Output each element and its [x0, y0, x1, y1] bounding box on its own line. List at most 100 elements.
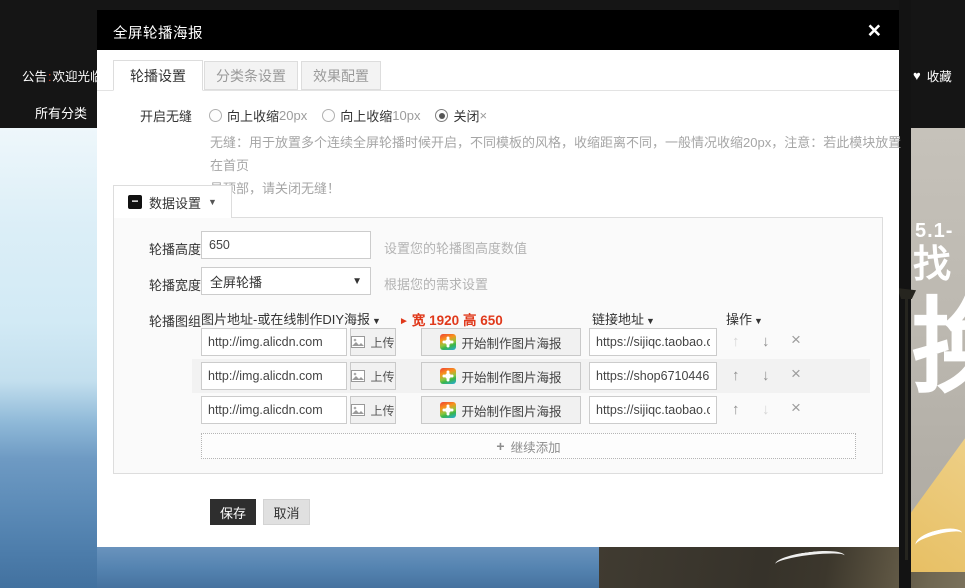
- picture-icon: [351, 370, 365, 382]
- arrow-right-icon: ►: [399, 316, 409, 327]
- move-up-button[interactable]: ↑: [732, 401, 740, 419]
- carousel-width-hint: 根据您的需求设置: [384, 274, 488, 293]
- make-poster-label: 开始制作图片海报: [461, 367, 561, 386]
- promo-headline-1: 找: [913, 246, 951, 284]
- page-root: 公告:欢迎光临 所有分类 ♥ 收藏 5.1- 找 换 全屏轮播海报 × 轮播设置…: [0, 0, 965, 588]
- data-settings-panel: 轮播高度 设置您的轮播图高度数值 轮播宽度 全屏轮播 ▼ 根据您的需求设置 轮播…: [113, 217, 883, 474]
- carousel-image-row: 上传 开始制作图片海报 ↑ ↓ ×: [114, 362, 882, 390]
- poster-maker-icon: [440, 334, 456, 350]
- image-url-input[interactable]: [201, 396, 347, 424]
- tab-effect-config[interactable]: 效果配置: [301, 61, 381, 90]
- favorite-label: 收藏: [927, 66, 952, 85]
- link-url-input[interactable]: [589, 328, 717, 356]
- radio-suffix: 10px: [392, 108, 420, 123]
- carousel-width-select[interactable]: 全屏轮播 ▼: [201, 267, 371, 295]
- radio-close-seamless[interactable]: 关闭×: [435, 106, 487, 125]
- link-url-input[interactable]: [589, 362, 717, 390]
- chevron-down-icon: ▼: [646, 316, 655, 326]
- upload-button[interactable]: 上传: [350, 328, 396, 356]
- background-promo-banner: 5.1- 找 换: [911, 128, 965, 572]
- chevron-down-icon: ▼: [208, 197, 217, 207]
- make-poster-button[interactable]: 开始制作图片海报: [421, 362, 581, 390]
- cancel-button[interactable]: 取消: [263, 499, 310, 525]
- radio-label: 向上收缩: [227, 106, 279, 125]
- column-image-url[interactable]: 图片地址-或在线制作DIY海报▼: [201, 309, 381, 328]
- all-categories-link[interactable]: 所有分类: [35, 103, 87, 122]
- carousel-image-row: 上传 开始制作图片海报 ↑ ↓ ×: [114, 396, 882, 424]
- radio-shrink-20px[interactable]: 向上收缩20px: [209, 106, 307, 125]
- heart-icon: ♥: [913, 68, 921, 83]
- lamp-pole: [905, 298, 908, 560]
- image-url-input[interactable]: [201, 362, 347, 390]
- chevron-down-icon: ▼: [372, 316, 381, 326]
- section-title: 数据设置: [149, 193, 201, 212]
- make-poster-label: 开始制作图片海报: [461, 333, 561, 352]
- column-link-url[interactable]: 链接地址▼: [592, 309, 655, 328]
- poster-maker-icon: [440, 402, 456, 418]
- picture-icon: [351, 404, 365, 416]
- plus-icon: +: [496, 438, 504, 454]
- favorite-button[interactable]: ♥ 收藏: [913, 66, 952, 85]
- radio-suffix: ×: [479, 108, 487, 123]
- select-value: 全屏轮播: [210, 272, 262, 291]
- radio-shrink-10px[interactable]: 向上收缩10px: [322, 106, 420, 125]
- image-url-input[interactable]: [201, 328, 347, 356]
- carousel-width-label: 轮播宽度: [149, 275, 201, 294]
- move-up-button[interactable]: ↑: [732, 333, 740, 351]
- radio-suffix: 20px: [279, 108, 307, 123]
- radio-icon-checked: [435, 109, 448, 122]
- column-image-label: 图片地址-或在线制作DIY海报: [201, 312, 370, 327]
- move-up-button[interactable]: ↑: [732, 367, 740, 385]
- seamless-option-row: 开启无缝 向上收缩20px 向上收缩10px 关闭×: [140, 106, 502, 125]
- tab-category-bar-settings[interactable]: 分类条设置: [204, 61, 298, 90]
- upload-label: 上传: [370, 402, 394, 419]
- background-sea-bottom: [97, 547, 599, 588]
- carousel-height-input[interactable]: [201, 231, 371, 259]
- delete-row-button[interactable]: ×: [791, 399, 801, 417]
- help-line-2: 最顶部，请关闭无缝！: [210, 177, 902, 200]
- carousel-height-hint: 设置您的轮播图高度数值: [384, 238, 527, 257]
- seamless-label: 开启无缝: [140, 106, 192, 125]
- dialog-header: 全屏轮播海报 ×: [97, 10, 899, 50]
- radio-label: 关闭: [453, 106, 479, 125]
- add-row-label: 继续添加: [511, 437, 561, 456]
- delete-row-button[interactable]: ×: [791, 365, 801, 383]
- radio-label: 向上收缩: [340, 106, 392, 125]
- announcement-text: 公告:欢迎光临: [22, 66, 103, 85]
- upload-button[interactable]: 上传: [350, 362, 396, 390]
- chevron-down-icon: ▼: [754, 316, 763, 326]
- data-settings-section-header[interactable]: − 数据设置 ▼: [113, 185, 232, 218]
- promo-date-text: 5.1-: [915, 220, 953, 243]
- help-line-1: 无缝：用于放置多个连续全屏轮播时候开启，不同模板的风格，收缩距离不同，一般情况收…: [210, 131, 902, 177]
- delete-row-button[interactable]: ×: [791, 331, 801, 349]
- carousel-height-label: 轮播高度: [149, 239, 201, 258]
- upload-label: 上传: [370, 368, 394, 385]
- tab-carousel-settings[interactable]: 轮播设置: [113, 60, 203, 91]
- radio-icon: [209, 109, 222, 122]
- move-down-button[interactable]: ↓: [762, 333, 770, 351]
- add-row-button[interactable]: + 继续添加: [201, 433, 856, 459]
- announcement-body: 欢迎光临: [53, 70, 103, 84]
- upload-button[interactable]: 上传: [350, 396, 396, 424]
- move-down-button[interactable]: ↓: [762, 367, 770, 385]
- upload-label: 上传: [370, 334, 394, 351]
- dialog-title: 全屏轮播海报: [113, 22, 203, 43]
- seamless-help-text: 无缝：用于放置多个连续全屏轮播时候开启，不同模板的风格，收缩距离不同，一般情况收…: [210, 131, 902, 200]
- make-poster-button[interactable]: 开始制作图片海报: [421, 328, 581, 356]
- save-button[interactable]: 保存: [210, 499, 256, 525]
- picture-icon: [351, 336, 365, 348]
- size-info-label: 宽 1920 高 650: [412, 313, 503, 328]
- background-sea-image: [0, 128, 97, 588]
- close-icon[interactable]: ×: [868, 16, 881, 44]
- move-down-button[interactable]: ↓: [762, 401, 770, 419]
- poster-maker-icon: [440, 368, 456, 384]
- carousel-image-row: 上传 开始制作图片海报 ↑ ↓ ×: [114, 328, 882, 356]
- link-url-input[interactable]: [589, 396, 717, 424]
- column-actions[interactable]: 操作▼: [726, 309, 763, 328]
- announcement-prefix: 公告: [22, 70, 47, 84]
- recommended-size-text: ►宽 1920 高 650: [399, 309, 503, 329]
- make-poster-button[interactable]: 开始制作图片海报: [421, 396, 581, 424]
- carousel-settings-dialog: 全屏轮播海报 × 轮播设置 分类条设置 效果配置 开启无缝 向上收缩20px 向…: [97, 10, 899, 547]
- collapse-minus-icon: −: [128, 195, 142, 209]
- column-action-label: 操作: [726, 312, 752, 327]
